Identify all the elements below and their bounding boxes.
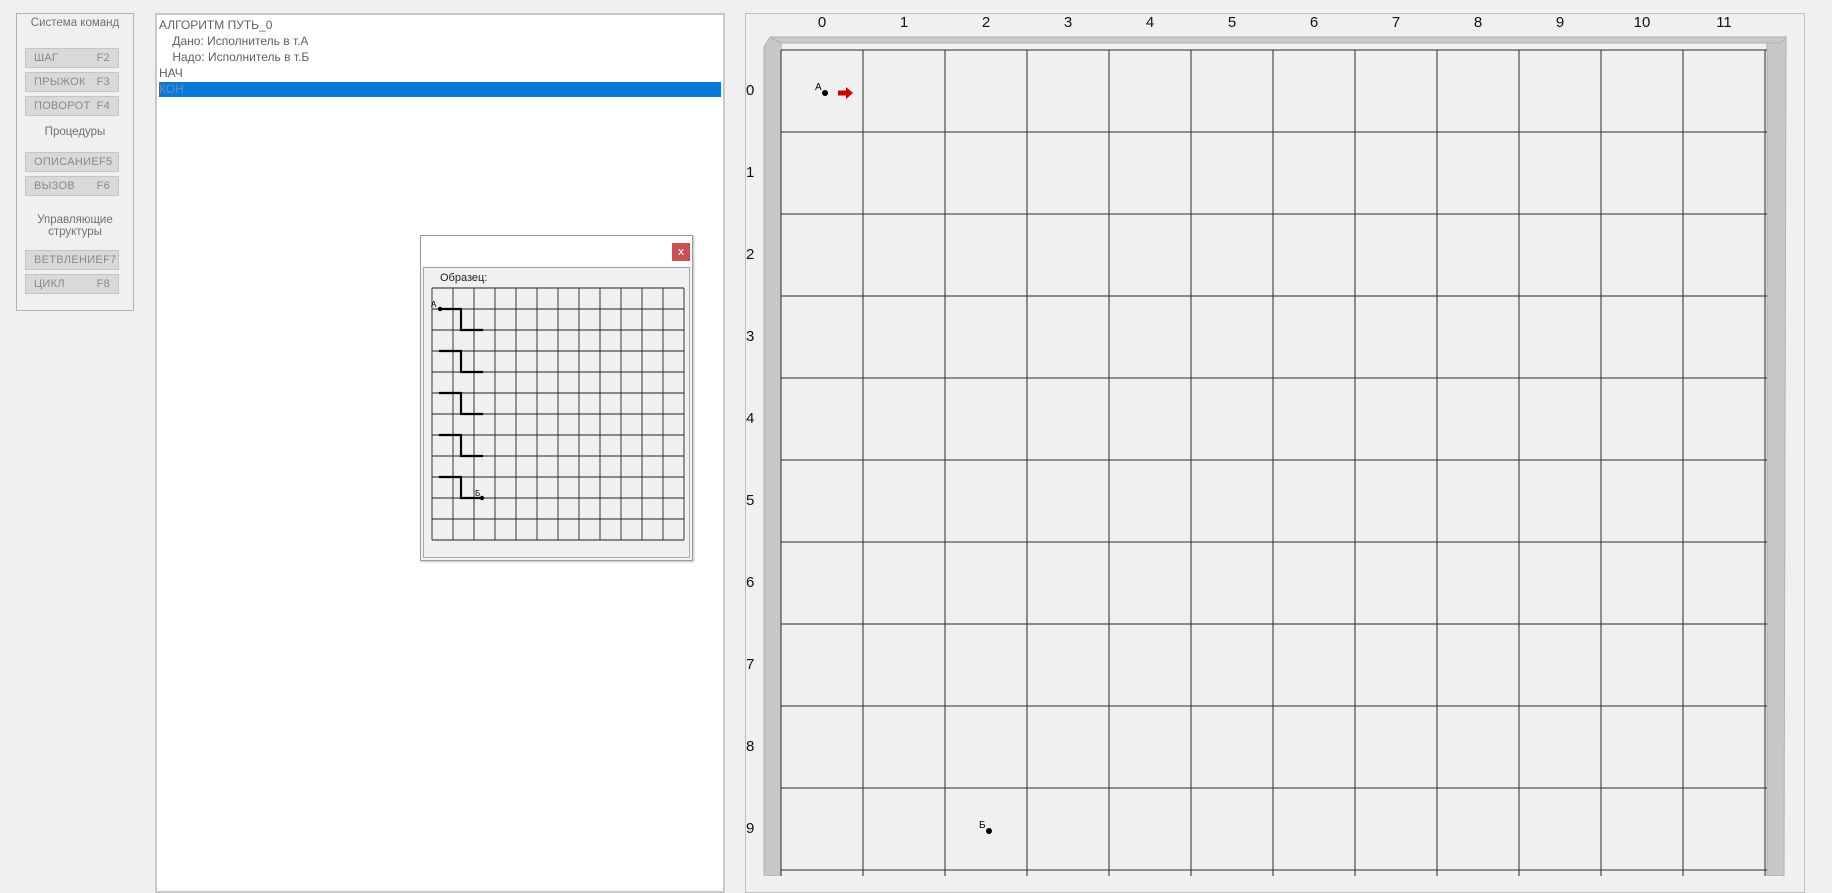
loop-button[interactable]: ЦИКЛ F8 [25, 274, 119, 294]
sample-point-a-label: А [431, 300, 437, 309]
group-label-control: Управляющие структуры [37, 214, 113, 238]
code-line-algorithm[interactable]: АЛГОРИТМ ПУТЬ_0 [159, 18, 721, 33]
column-number: 11 [1716, 14, 1732, 31]
column-number: 4 [1145, 14, 1155, 31]
sample-path [438, 307, 484, 500]
column-number: 0 [817, 14, 827, 31]
path-step-3 [438, 391, 484, 416]
describe-button-label: ОПИСАНИЕ [34, 156, 99, 168]
sample-point-b-dot [479, 495, 485, 501]
column-number: 1 [899, 14, 909, 31]
jump-button-key: F3 [96, 76, 110, 88]
row-number: 5 [746, 492, 755, 509]
branch-button-key: F7 [103, 254, 117, 266]
branch-button[interactable]: ВЕТВЛЕНИЕ F7 [25, 250, 119, 270]
row-number: 2 [746, 246, 755, 263]
row-number: 7 [746, 656, 755, 673]
row-number: 6 [746, 574, 755, 591]
step-button-label: ШАГ [34, 52, 59, 64]
column-number: 6 [1309, 14, 1319, 31]
close-button[interactable]: x [672, 243, 690, 261]
group-label-commands: Система команд [30, 17, 120, 29]
field-area [745, 13, 1805, 893]
sample-path-diagram: А Б [431, 287, 685, 541]
branch-button-label: ВЕТВЛЕНИЕ [34, 254, 104, 266]
code-line-given[interactable]: Дано: Исполнитель в т.А [159, 34, 721, 49]
row-number: 9 [746, 820, 755, 837]
column-number: 10 [1633, 14, 1651, 31]
dialog-body: Образец: А Б [423, 267, 690, 558]
column-number: 2 [981, 14, 991, 31]
loop-button-label: ЦИКЛ [34, 278, 65, 290]
turn-button[interactable]: ПОВОРОТ F4 [25, 96, 119, 116]
code-line-end-selected[interactable]: КОН [159, 82, 721, 97]
code-line-goal[interactable]: Надо: Исполнитель в т.Б [159, 50, 721, 65]
describe-button-key: F5 [99, 156, 113, 168]
group-label-procedures: Процедуры [44, 126, 106, 138]
column-number: 7 [1391, 14, 1401, 31]
call-button-key: F6 [96, 180, 110, 192]
path-step-2 [438, 349, 484, 374]
path-step-4 [438, 433, 484, 458]
column-number: 8 [1473, 14, 1483, 31]
step-button-key: F2 [96, 52, 110, 64]
column-number: 9 [1555, 14, 1565, 31]
code-line-begin[interactable]: НАЧ [159, 66, 721, 81]
step-button[interactable]: ШАГ F2 [25, 48, 119, 68]
sample-point-a-dot [437, 306, 443, 312]
row-number: 4 [746, 410, 755, 427]
loop-button-key: F8 [96, 278, 110, 290]
turn-button-key: F4 [96, 100, 110, 112]
jump-button-label: ПРЫЖОК [34, 76, 86, 88]
call-button[interactable]: ВЫЗОВ F6 [25, 176, 119, 196]
row-number: 1 [746, 164, 755, 181]
row-number: 3 [746, 328, 755, 345]
call-button-label: ВЫЗОВ [34, 180, 75, 192]
dialog-titlebar[interactable] [421, 236, 692, 266]
column-number: 3 [1063, 14, 1073, 31]
row-number: 8 [746, 738, 755, 755]
command-panel: Система команд ШАГ F2 ПРЫЖОК F3 ПОВОРОТ … [16, 13, 134, 311]
path-step-1 [438, 307, 484, 332]
describe-button[interactable]: ОПИСАНИЕ F5 [25, 152, 119, 172]
sample-dialog: x Образец: А Б [420, 235, 693, 561]
turn-button-label: ПОВОРОТ [34, 100, 91, 112]
column-number: 5 [1227, 14, 1237, 31]
row-number: 0 [746, 82, 755, 99]
sample-point-b-label: Б [475, 489, 480, 498]
jump-button[interactable]: ПРЫЖОК F3 [25, 72, 119, 92]
